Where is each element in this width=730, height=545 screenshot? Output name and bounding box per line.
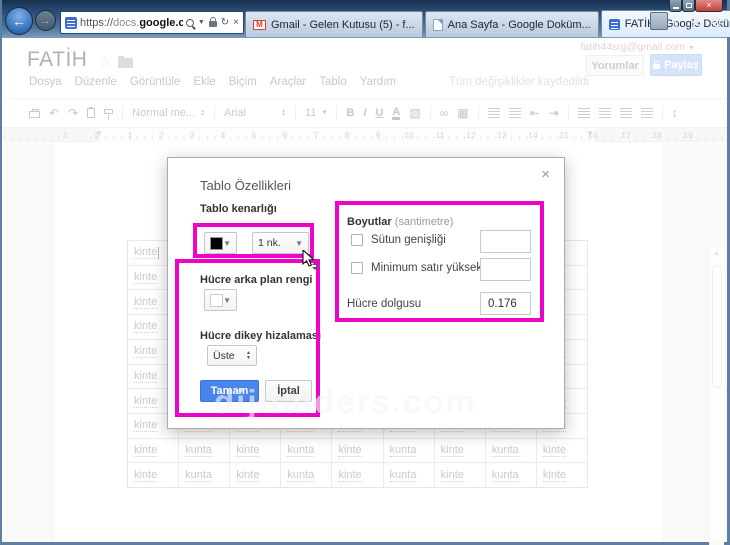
docs-favicon-icon <box>65 16 77 29</box>
refresh-icon[interactable]: ↻ <box>221 17 229 28</box>
search-icon[interactable] <box>185 18 194 27</box>
table-border-label: Tablo kenarlığı <box>200 203 277 215</box>
watermark: dijitalders.com <box>214 383 477 420</box>
gmail-icon: M <box>253 19 266 30</box>
address-bar[interactable]: https://docs.google.c... ▼ ↻ × <box>60 11 244 34</box>
stop-icon[interactable]: × <box>233 17 239 28</box>
home-icon[interactable]: ⌂ <box>673 15 681 31</box>
back-button[interactable]: ← <box>5 7 33 35</box>
docs-favicon-icon <box>608 18 620 30</box>
window-close-button[interactable]: × <box>695 0 723 12</box>
settings-gear-icon[interactable]: ⚙ <box>710 15 722 31</box>
mouse-cursor-icon <box>302 250 318 270</box>
favorites-star-icon[interactable]: ★ <box>690 15 702 31</box>
url-text: https://docs.google.c... <box>80 16 183 29</box>
forward-button[interactable]: → <box>35 10 56 31</box>
tab-label: Gmail - Gelen Kutusu (5) - f... <box>271 18 415 31</box>
annotation-box-border-controls <box>193 223 314 258</box>
lock-icon <box>208 17 217 27</box>
browser-chrome: ← → https://docs.google.c... ▼ ↻ × M Gma… <box>2 0 730 38</box>
page-icon <box>432 18 443 31</box>
tab-label: Ana Sayfa - Google Doküm... <box>447 18 591 31</box>
tab-gmail[interactable]: M Gmail - Gelen Kutusu (5) - f... <box>245 11 423 37</box>
annotation-box-dimensions <box>335 201 544 322</box>
dialog-close-icon[interactable]: × <box>541 166 550 183</box>
tab-ana-sayfa[interactable]: Ana Sayfa - Google Doküm... <box>424 11 599 37</box>
dialog-title: Tablo Özellikleri <box>200 178 292 193</box>
window-maximize-button[interactable] <box>682 0 695 12</box>
window-minimize-button[interactable] <box>669 0 682 12</box>
new-tab-button[interactable] <box>650 12 668 30</box>
dropdown-icon[interactable]: ▼ <box>198 19 205 26</box>
